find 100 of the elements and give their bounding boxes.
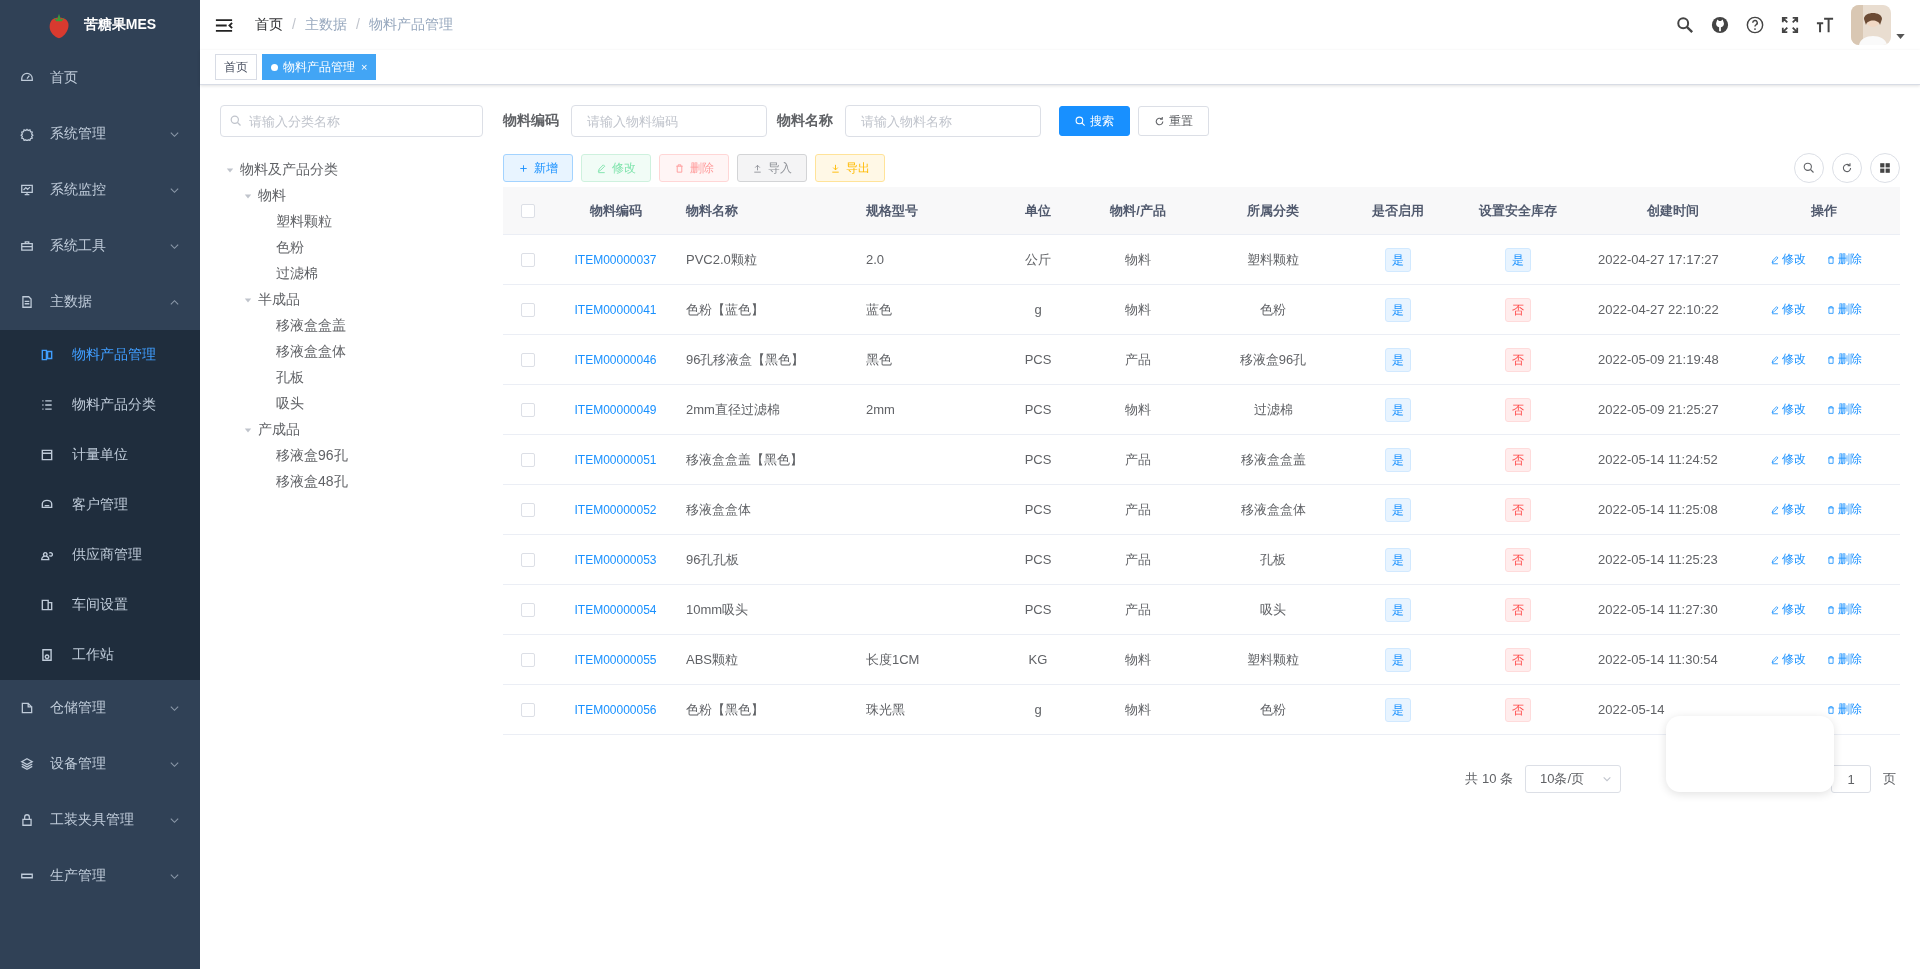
- delete-link[interactable]: 删除: [1826, 251, 1878, 268]
- tree-node[interactable]: 吸头: [220, 391, 483, 417]
- reset-button[interactable]: 重置: [1138, 106, 1209, 136]
- submenu-item[interactable]: 物料产品分类: [0, 380, 200, 430]
- item-code-link[interactable]: ITEM00000051: [574, 453, 657, 467]
- item-code-link[interactable]: ITEM00000052: [574, 503, 657, 517]
- delete-link[interactable]: 删除: [1826, 451, 1878, 468]
- tree-node[interactable]: 过滤棉: [220, 261, 483, 287]
- table-cell: 2022-04-27 17:17:27: [1598, 252, 1719, 267]
- edit-link[interactable]: 修改: [1770, 301, 1822, 318]
- item-code-link[interactable]: ITEM00000054: [574, 603, 657, 617]
- item-code-link[interactable]: ITEM00000055: [574, 653, 657, 667]
- item-code-link[interactable]: ITEM00000041: [574, 303, 657, 317]
- delete-link[interactable]: 删除: [1826, 651, 1878, 668]
- search-field[interactable]: 请输入分类名称: [220, 105, 483, 137]
- submenu-item[interactable]: 供应商管理: [0, 530, 200, 580]
- tree-node[interactable]: 色粉: [220, 235, 483, 261]
- toolbar-button[interactable]: 新增: [503, 154, 573, 182]
- table-cell: 物料: [1125, 651, 1151, 667]
- input-field[interactable]: 请输入物料编码: [571, 105, 767, 137]
- trash-icon: [1826, 554, 1836, 565]
- submenu-item[interactable]: 车间设置: [0, 580, 200, 630]
- edit-link[interactable]: 修改: [1770, 551, 1822, 568]
- delete-link[interactable]: 删除: [1826, 301, 1878, 318]
- input-field[interactable]: 请输入物料名称: [845, 105, 1041, 137]
- delete-link[interactable]: 删除: [1826, 501, 1878, 518]
- menu-item[interactable]: 首页: [0, 50, 200, 106]
- edit-link[interactable]: 修改: [1770, 651, 1822, 668]
- field-label: 物料名称: [777, 112, 834, 130]
- edit-link[interactable]: 修改: [1770, 451, 1822, 468]
- edit-link[interactable]: 修改: [1770, 251, 1822, 268]
- tree-node[interactable]: 移液盒96孔: [220, 443, 483, 469]
- breadcrumb-item[interactable]: 首页: [255, 16, 283, 34]
- submenu-item[interactable]: 客户管理: [0, 480, 200, 530]
- tree-node[interactable]: 半成品: [220, 287, 483, 313]
- tree-node[interactable]: 移液盒盒盖: [220, 313, 483, 339]
- page-tab[interactable]: 物料产品管理 ×: [262, 54, 377, 80]
- item-code-link[interactable]: ITEM00000049: [574, 403, 657, 417]
- delete-link[interactable]: 删除: [1826, 551, 1878, 568]
- checkbox[interactable]: [521, 203, 535, 218]
- page-size-select[interactable]: 10条/页: [1525, 765, 1621, 793]
- checkbox[interactable]: [521, 702, 535, 717]
- search-icon[interactable]: [1676, 16, 1694, 34]
- edit-link[interactable]: 修改: [1770, 501, 1822, 518]
- column-header: 物料/产品: [1109, 201, 1167, 220]
- help-icon[interactable]: [1746, 16, 1764, 34]
- item-code-link[interactable]: ITEM00000046: [574, 353, 657, 367]
- font-size-icon[interactable]: [1816, 16, 1834, 34]
- toolbar-button[interactable]: 导入: [737, 154, 807, 182]
- submenu-item[interactable]: 工作站: [0, 630, 200, 680]
- menu-item[interactable]: 设备管理: [0, 736, 200, 792]
- table-cell: 产品: [1125, 551, 1151, 567]
- tree-node[interactable]: 塑料颗粒: [220, 209, 483, 235]
- checkbox[interactable]: [521, 552, 535, 567]
- item-code-link[interactable]: ITEM00000056: [574, 703, 657, 717]
- tree-node[interactable]: 孔板: [220, 365, 483, 391]
- trash-icon: [1826, 354, 1836, 365]
- fullscreen-icon[interactable]: [1781, 16, 1799, 34]
- delete-link[interactable]: 删除: [1826, 601, 1878, 618]
- trash-icon: [1826, 704, 1836, 715]
- edit-link[interactable]: 修改: [1770, 351, 1822, 368]
- item-code-link[interactable]: ITEM00000037: [574, 253, 657, 267]
- checkbox[interactable]: [521, 302, 535, 317]
- checkbox[interactable]: [521, 402, 535, 417]
- submenu-item[interactable]: 物料产品管理: [0, 330, 200, 380]
- table-cell: KG: [1028, 652, 1048, 667]
- page-tab[interactable]: 首页: [215, 54, 257, 80]
- tree-node[interactable]: 移液盒48孔: [220, 469, 483, 495]
- edit-link[interactable]: 修改: [1770, 401, 1822, 418]
- menu-item[interactable]: 仓储管理: [0, 680, 200, 736]
- menu-item[interactable]: 工装夹具管理: [0, 792, 200, 848]
- delete-link[interactable]: 删除: [1826, 701, 1878, 718]
- item-code-link[interactable]: ITEM00000053: [574, 553, 657, 567]
- menu-item[interactable]: 系统监控: [0, 162, 200, 218]
- caret-icon[interactable]: [1896, 33, 1905, 39]
- edit-link[interactable]: 修改: [1770, 601, 1822, 618]
- delete-link[interactable]: 删除: [1826, 401, 1878, 418]
- checkbox[interactable]: [521, 352, 535, 367]
- tree-node[interactable]: 产成品: [220, 417, 483, 443]
- menu-item[interactable]: 主数据: [0, 274, 200, 330]
- close-icon[interactable]: ×: [361, 61, 368, 73]
- search-button[interactable]: 搜索: [1059, 106, 1130, 136]
- github-icon[interactable]: [1711, 16, 1729, 34]
- checkbox[interactable]: [521, 252, 535, 267]
- tree-node[interactable]: 物料: [220, 183, 483, 209]
- menu-toggle-icon[interactable]: [215, 17, 233, 33]
- submenu-item[interactable]: 计量单位: [0, 430, 200, 480]
- menu-item[interactable]: 系统工具: [0, 218, 200, 274]
- checkbox[interactable]: [521, 502, 535, 517]
- tree-node[interactable]: 物料及产品分类: [220, 157, 483, 183]
- tree-node[interactable]: 移液盒盒体: [220, 339, 483, 365]
- checkbox[interactable]: [521, 452, 535, 467]
- menu-item[interactable]: 系统管理: [0, 106, 200, 162]
- status-tag: 是: [1385, 697, 1411, 722]
- table-cell: 色粉: [1260, 301, 1286, 317]
- delete-link[interactable]: 删除: [1826, 351, 1878, 368]
- trash-icon: [1826, 254, 1836, 265]
- checkbox[interactable]: [521, 652, 535, 667]
- menu-item[interactable]: 生产管理: [0, 848, 200, 904]
- checkbox[interactable]: [521, 602, 535, 617]
